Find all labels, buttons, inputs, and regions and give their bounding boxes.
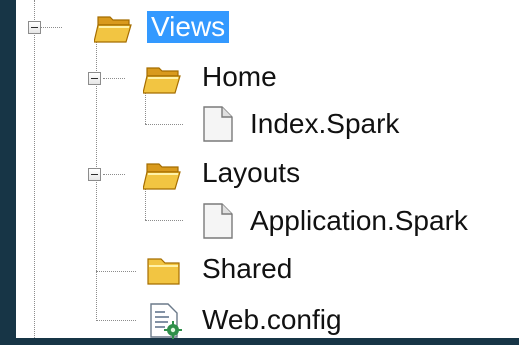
tree-node-home[interactable]: Home <box>88 58 308 98</box>
tree-label-shared: Shared <box>202 253 293 284</box>
application-connector <box>145 220 183 221</box>
tree-label-views: Views <box>147 11 230 43</box>
folder-icon <box>143 250 185 290</box>
tree-node-layouts[interactable]: Layouts <box>88 154 328 194</box>
tree-label-application-spark: Application.Spark <box>250 205 468 236</box>
file-tree: Views Home Index.Spark Layouts Applicati… <box>0 0 519 340</box>
open-folder-icon <box>142 58 185 98</box>
tree-node-views[interactable]: Views <box>28 7 248 47</box>
tree-label-layouts: Layouts <box>202 157 301 188</box>
open-folder-icon <box>142 154 185 194</box>
window-background: Views Home Index.Spark Layouts Applicati… <box>0 0 519 340</box>
tree-label-web-config: Web.config <box>202 304 342 335</box>
webconfig-connector <box>96 320 136 321</box>
index-connector <box>145 124 183 125</box>
collapse-toggle-home[interactable] <box>88 72 101 85</box>
tree-label-index-spark: Index.Spark <box>250 108 400 139</box>
tree-node-index-spark[interactable]: Index.Spark <box>188 104 448 144</box>
outer-tree-guide <box>34 0 35 338</box>
collapse-toggle-layouts[interactable] <box>88 168 101 181</box>
tree-node-shared[interactable]: Shared <box>143 250 353 290</box>
open-folder-icon <box>93 7 136 47</box>
collapse-toggle-views[interactable] <box>28 21 41 34</box>
tree-node-web-config[interactable]: Web.config <box>143 300 383 340</box>
tree-node-application-spark[interactable]: Application.Spark <box>188 201 508 241</box>
file-icon <box>198 201 240 241</box>
tree-label-home: Home <box>202 61 277 92</box>
config-file-icon <box>143 300 185 340</box>
file-icon <box>198 104 240 144</box>
shared-connector <box>96 271 136 272</box>
